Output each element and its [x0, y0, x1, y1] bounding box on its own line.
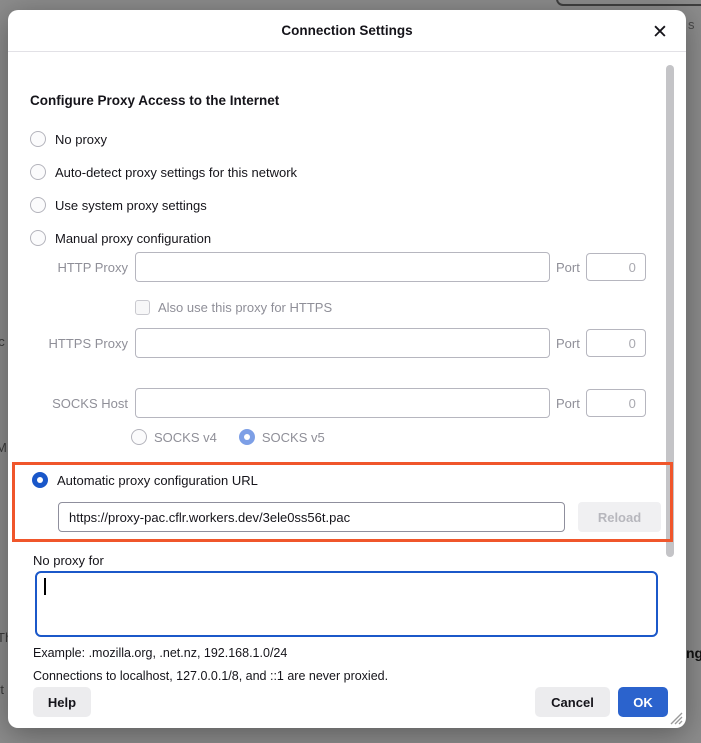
- help-button[interactable]: Help: [33, 687, 91, 717]
- auto-proxy-url-row: Reload: [58, 502, 661, 532]
- radio-system-proxy[interactable]: Use system proxy settings: [30, 197, 207, 213]
- socks-port-input[interactable]: [586, 389, 646, 417]
- socks-port-label: Port: [556, 396, 580, 411]
- scrollbar-thumb[interactable]: [666, 65, 674, 557]
- background-text-fragment: rt: [0, 682, 4, 697]
- section-heading: Configure Proxy Access to the Internet: [30, 93, 279, 108]
- http-proxy-row: HTTP Proxy Port: [8, 252, 646, 282]
- https-proxy-input[interactable]: [135, 328, 550, 358]
- text-cursor: [44, 578, 46, 595]
- radio-label: Manual proxy configuration: [55, 231, 211, 246]
- never-proxied-note: Connections to localhost, 127.0.0.1/8, a…: [33, 669, 388, 683]
- radio-socks-v5-icon[interactable]: [239, 429, 255, 445]
- radio-icon[interactable]: [30, 197, 46, 213]
- radio-icon[interactable]: [30, 230, 46, 246]
- background-text-fragment: s: [688, 17, 695, 32]
- radio-label: Use system proxy settings: [55, 198, 207, 213]
- radio-icon-selected[interactable]: [32, 472, 48, 488]
- also-use-https-checkbox-row[interactable]: Also use this proxy for HTTPS: [135, 300, 332, 315]
- connection-settings-dialog: Connection Settings ✕ Configure Proxy Ac…: [8, 10, 686, 728]
- socks-host-row: SOCKS Host Port: [8, 388, 646, 418]
- close-icon[interactable]: ✕: [648, 20, 672, 44]
- https-proxy-label: HTTPS Proxy: [8, 336, 135, 351]
- dialog-title: Connection Settings: [281, 23, 412, 38]
- radio-socks-v4-icon[interactable]: [131, 429, 147, 445]
- radio-socks-v5[interactable]: SOCKS v5: [239, 429, 325, 445]
- socks-v5-label: SOCKS v5: [262, 430, 325, 445]
- http-port-input[interactable]: [586, 253, 646, 281]
- background-text-fragment: ec: [0, 334, 5, 349]
- background-text-fragment: ng: [686, 645, 701, 661]
- dialog-content: Configure Proxy Access to the Internet N…: [8, 53, 686, 728]
- auto-proxy-url-input[interactable]: [58, 502, 565, 532]
- socks-host-label: SOCKS Host: [8, 396, 135, 411]
- radio-icon[interactable]: [30, 164, 46, 180]
- resize-handle-icon[interactable]: [667, 709, 683, 725]
- cancel-button[interactable]: Cancel: [535, 687, 610, 717]
- radio-auto-proxy-url[interactable]: Automatic proxy configuration URL: [32, 472, 258, 488]
- no-proxy-for-textarea[interactable]: [35, 571, 658, 637]
- no-proxy-example-text: Example: .mozilla.org, .net.nz, 192.168.…: [33, 646, 287, 660]
- background-button-outline-fragment: [556, 0, 701, 6]
- socks-version-row: SOCKS v4 SOCKS v5: [131, 429, 325, 445]
- ok-button[interactable]: OK: [618, 687, 668, 717]
- http-port-label: Port: [556, 260, 580, 275]
- no-proxy-for-label: No proxy for: [33, 553, 104, 568]
- reload-button[interactable]: Reload: [578, 502, 661, 532]
- dialog-titlebar: Connection Settings ✕: [8, 10, 686, 52]
- radio-no-proxy[interactable]: No proxy: [30, 131, 107, 147]
- socks-host-input[interactable]: [135, 388, 550, 418]
- http-proxy-label: HTTP Proxy: [8, 260, 135, 275]
- https-port-label: Port: [556, 336, 580, 351]
- radio-auto-detect[interactable]: Auto-detect proxy settings for this netw…: [30, 164, 297, 180]
- background-text-fragment: M: [0, 440, 7, 455]
- https-port-input[interactable]: [586, 329, 646, 357]
- checkbox-label: Also use this proxy for HTTPS: [158, 300, 332, 315]
- https-proxy-row: HTTPS Proxy Port: [8, 328, 646, 358]
- radio-icon[interactable]: [30, 131, 46, 147]
- radio-label: Automatic proxy configuration URL: [57, 473, 258, 488]
- radio-label: No proxy: [55, 132, 107, 147]
- checkbox-icon[interactable]: [135, 300, 150, 315]
- radio-label: Auto-detect proxy settings for this netw…: [55, 165, 297, 180]
- socks-v4-label: SOCKS v4: [154, 430, 217, 445]
- radio-manual-proxy[interactable]: Manual proxy configuration: [30, 230, 211, 246]
- http-proxy-input[interactable]: [135, 252, 550, 282]
